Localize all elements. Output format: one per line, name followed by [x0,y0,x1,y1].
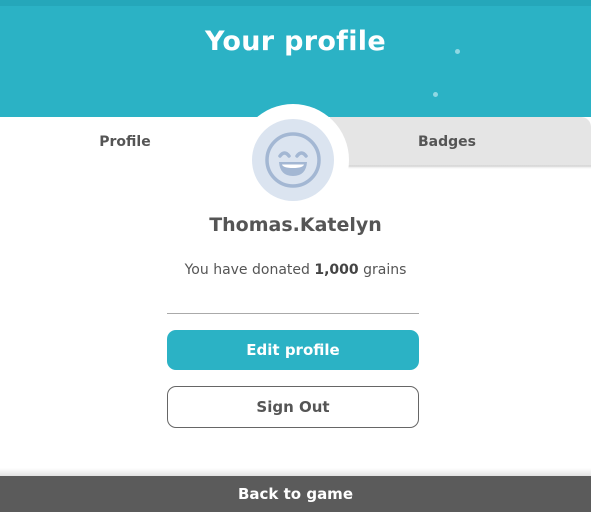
avatar [252,119,334,201]
donation-unit: grains [363,262,407,278]
tab-badges-shadow [330,165,591,169]
divider [167,313,419,314]
sign-out-label: Sign Out [256,398,330,416]
donation-text: You have donated 1,000 grains [0,262,591,278]
tab-profile[interactable]: Profile [0,117,250,167]
decorative-dot [433,92,438,97]
decorative-dot [455,49,460,54]
donation-prefix: You have donated [184,262,310,278]
donation-amount: 1,000 [314,262,359,278]
grinning-face-icon [265,132,321,188]
tab-badges-label: Badges [418,134,476,150]
sign-out-button[interactable]: Sign Out [167,386,419,428]
edit-profile-label: Edit profile [246,341,340,359]
username: Thomas.Katelyn [209,214,382,236]
header-top-strip [0,0,591,6]
tab-badges[interactable]: Badges [330,117,591,167]
back-to-game-button[interactable]: Back to game [0,476,591,512]
edit-profile-button[interactable]: Edit profile [167,330,419,370]
back-to-game-label: Back to game [237,485,353,503]
footer-shadow [0,468,591,476]
tab-profile-label: Profile [99,134,151,150]
header: Your profile [0,0,591,117]
page-title: Your profile [205,26,386,57]
